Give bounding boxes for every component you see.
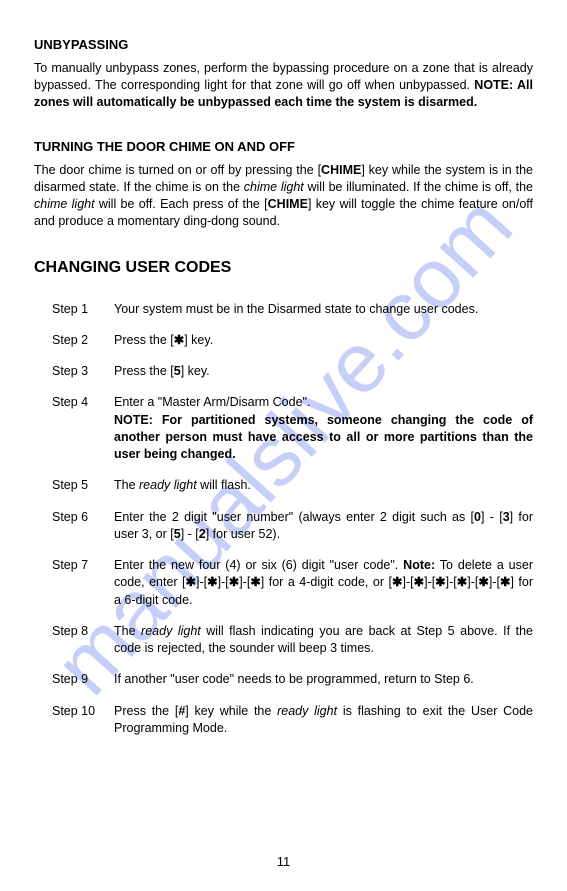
text: The (114, 624, 141, 638)
steps-list: Step 1 Your system must be in the Disarm… (34, 301, 533, 738)
step-body: The ready light will flash indicating yo… (114, 623, 533, 658)
step-row: Step 7 Enter the new four (4) or six (6)… (52, 557, 533, 609)
step-label: Step 10 (52, 703, 114, 720)
step-body: Press the [5] key. (114, 363, 533, 380)
star-icon: ✱ (250, 575, 260, 589)
step-row: Step 2 Press the [✱] key. (52, 332, 533, 349)
text: Enter the new four (4) or six (6) digit … (114, 558, 403, 572)
page-content: UNBYPASSING To manually unbypass zones, … (0, 0, 567, 771)
step-row: Step 10 Press the [#] key while the read… (52, 703, 533, 738)
paragraph-chime: The door chime is turned on or off by pr… (34, 162, 533, 231)
step-body: Press the [#] key while the ready light … (114, 703, 533, 738)
star-icon: ✱ (500, 575, 510, 589)
star-icon: ✱ (392, 575, 402, 589)
star-icon: ✱ (229, 575, 239, 589)
star-icon: ✱ (478, 575, 488, 589)
text: To manually unbypass zones, perform the … (34, 61, 533, 92)
step-row: Step 6 Enter the 2 digit "user number" (… (52, 509, 533, 544)
text: Enter a "Master Arm/Disarm Code". (114, 394, 533, 411)
text-bold: 0 (474, 510, 481, 524)
text: ] - [ (181, 527, 199, 541)
step-label: Step 2 (52, 332, 114, 349)
text-bold: 5 (174, 364, 181, 378)
text: will be off. Each press of the [ (95, 197, 268, 211)
paragraph-unbypassing: To manually unbypass zones, perform the … (34, 60, 533, 112)
star-icon: ✱ (435, 575, 445, 589)
heading-chime: TURNING THE DOOR CHIME ON AND OFF (34, 138, 533, 156)
step-label: Step 1 (52, 301, 114, 318)
step-body: Your system must be in the Disarmed stat… (114, 301, 533, 318)
step-label: Step 4 (52, 394, 114, 411)
text: Press the [ (114, 704, 178, 718)
text: will flash. (197, 478, 251, 492)
text-italic: chime light (34, 197, 95, 211)
section-chime: TURNING THE DOOR CHIME ON AND OFF The do… (34, 138, 533, 231)
text: Press the [ (114, 364, 174, 378)
text: ]-[ (424, 575, 435, 589)
page-number: 11 (0, 854, 567, 869)
heading-changing-codes: CHANGING USER CODES (34, 257, 533, 279)
step-body: Enter the new four (4) or six (6) digit … (114, 557, 533, 609)
step-row: Step 4 Enter a "Master Arm/Disarm Code".… (52, 394, 533, 463)
text: The (114, 478, 139, 492)
star-icon: ✱ (207, 575, 217, 589)
step-row: Step 9 If another "user code" needs to b… (52, 671, 533, 688)
step-body: Enter the 2 digit "user number" (always … (114, 509, 533, 544)
star-icon: ✱ (414, 575, 424, 589)
text-bold: CHIME (321, 163, 361, 177)
text: ] for user 52). (206, 527, 280, 541)
text: ]-[ (239, 575, 250, 589)
text: ] - [ (481, 510, 503, 524)
step-label: Step 8 (52, 623, 114, 640)
text: ] key. (184, 333, 213, 347)
text: ]-[ (489, 575, 500, 589)
heading-unbypassing: UNBYPASSING (34, 36, 533, 54)
step-body: The ready light will flash. (114, 477, 533, 494)
text: Your system must be in the Disarmed stat… (114, 302, 478, 316)
step-body: Press the [✱] key. (114, 332, 533, 349)
text-bold: 2 (199, 527, 206, 541)
step-label: Step 5 (52, 477, 114, 494)
step-row: Step 1 Your system must be in the Disarm… (52, 301, 533, 318)
text: ]-[ (218, 575, 229, 589)
text: If another "user code" needs to be progr… (114, 672, 474, 686)
step-row: Step 8 The ready light will flash indica… (52, 623, 533, 658)
text: Press the [ (114, 333, 174, 347)
step-row: Step 3 Press the [5] key. (52, 363, 533, 380)
text: ]-[ (467, 575, 478, 589)
star-icon: ✱ (174, 333, 184, 347)
step-label: Step 3 (52, 363, 114, 380)
section-unbypassing: UNBYPASSING To manually unbypass zones, … (34, 36, 533, 112)
text-bold: Note: (403, 558, 435, 572)
text-bold: 5 (174, 527, 181, 541)
text: ]-[ (402, 575, 413, 589)
text-italic: ready light (141, 624, 201, 638)
text: ] key. (181, 364, 210, 378)
step-body: Enter a "Master Arm/Disarm Code". NOTE: … (114, 394, 533, 463)
text: Enter the 2 digit "user number" (always … (114, 510, 474, 524)
step-row: Step 5 The ready light will flash. (52, 477, 533, 494)
text-italic: ready light (139, 478, 197, 492)
step-body: If another "user code" needs to be progr… (114, 671, 533, 688)
text: will be illuminated. If the chime is off… (304, 180, 533, 194)
text: ] key while the (185, 704, 277, 718)
text-italic: ready light (277, 704, 337, 718)
star-icon: ✱ (186, 575, 196, 589)
text: The door chime is turned on or off by pr… (34, 163, 321, 177)
text-bold: 3 (503, 510, 510, 524)
text: ]-[ (196, 575, 207, 589)
step-label: Step 6 (52, 509, 114, 526)
step-label: Step 9 (52, 671, 114, 688)
text: ] for a 4-digit code, or [ (261, 575, 392, 589)
star-icon: ✱ (457, 575, 467, 589)
text-bold: NOTE: For partitioned systems, someone c… (114, 412, 533, 464)
step-label: Step 7 (52, 557, 114, 574)
text-italic: chime light (244, 180, 304, 194)
text-bold: CHIME (268, 197, 308, 211)
text: ]-[ (446, 575, 457, 589)
